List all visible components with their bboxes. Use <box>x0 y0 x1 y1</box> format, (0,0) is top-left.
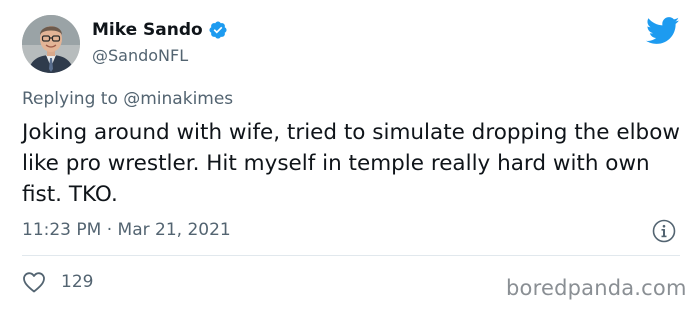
tweet-card: Mike Sando @SandoNFL Replying to @minaki… <box>0 0 700 311</box>
twitter-bird-icon[interactable] <box>646 17 680 45</box>
verified-badge-icon <box>208 20 228 40</box>
avatar[interactable] <box>22 15 80 73</box>
reply-prefix: Replying to <box>22 89 124 109</box>
reply-context: Replying to @minakimes <box>22 89 233 109</box>
author-name[interactable]: Mike Sando <box>92 20 203 40</box>
tweet-text: Joking around with wife, tried to simula… <box>22 120 680 207</box>
divider <box>22 255 680 256</box>
tweet-timestamp[interactable]: 11:23 PM · Mar 21, 2021 <box>22 220 231 240</box>
author-handle[interactable]: @SandoNFL <box>92 46 188 65</box>
heart-icon[interactable] <box>22 271 46 293</box>
reply-mention-link[interactable]: @minakimes <box>123 89 233 109</box>
like-count: 129 <box>61 272 94 292</box>
info-icon[interactable] <box>652 219 676 243</box>
avatar-photo <box>22 15 80 73</box>
watermark: boredpanda.com <box>506 276 687 300</box>
author-name-row: Mike Sando <box>92 20 228 40</box>
